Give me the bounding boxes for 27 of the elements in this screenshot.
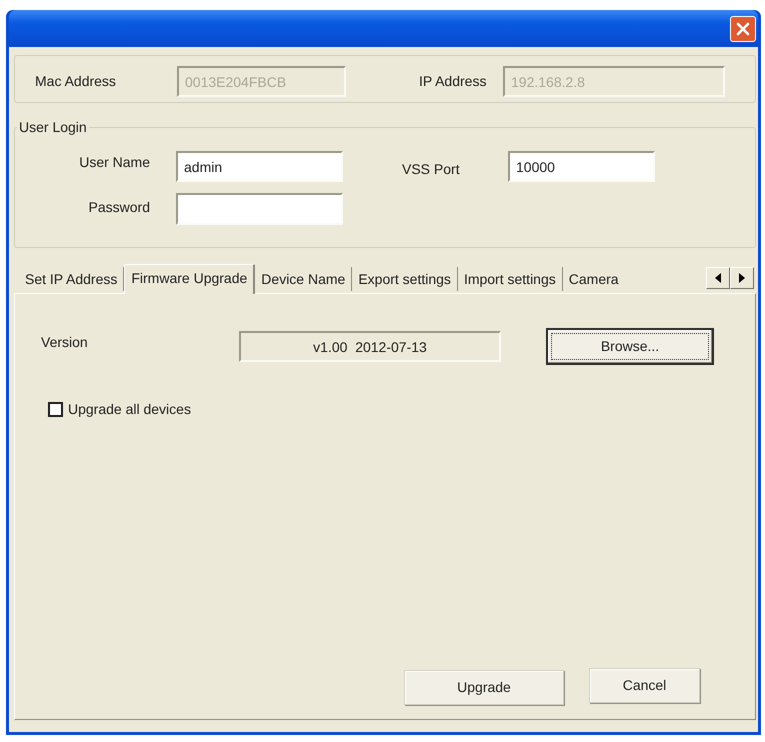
left-triangle-icon — [715, 273, 721, 283]
version-label: Version — [40, 333, 89, 352]
field-label: IP Address — [419, 72, 488, 91]
field-label: Password — [88, 198, 150, 216]
field-label: User Name — [78, 153, 150, 172]
tab[interactable]: Device Name — [255, 267, 352, 291]
user-name-field[interactable]: admin — [176, 151, 343, 182]
field-label: VSS Port — [402, 160, 461, 179]
right-triangle-icon — [739, 273, 745, 283]
close-button[interactable] — [730, 16, 756, 42]
password-field[interactable] — [176, 193, 343, 225]
browse-button[interactable]: Browse... — [546, 328, 714, 365]
tab[interactable]: Camera — [562, 267, 706, 291]
field-label: Mac Address — [35, 72, 117, 91]
tab-scroll-left-button[interactable] — [706, 267, 730, 289]
tab-scroll-right-button[interactable] — [730, 267, 754, 289]
tab[interactable]: Export settings — [352, 267, 458, 291]
tab[interactable]: Import settings — [458, 267, 563, 291]
dialog-button[interactable]: Cancel — [589, 668, 700, 703]
checkbox-label: Upgrade all devices — [68, 400, 191, 419]
checkbox[interactable] — [48, 402, 63, 417]
close-icon — [736, 22, 750, 36]
port-field[interactable]: 10000 — [508, 151, 655, 182]
version-field[interactable]: v1.00 2012-07-13 — [239, 331, 501, 362]
tab[interactable]: Firmware Upgrade — [124, 264, 256, 294]
dialog-button[interactable]: Upgrade — [404, 670, 564, 705]
group-label: User Login — [18, 119, 88, 135]
